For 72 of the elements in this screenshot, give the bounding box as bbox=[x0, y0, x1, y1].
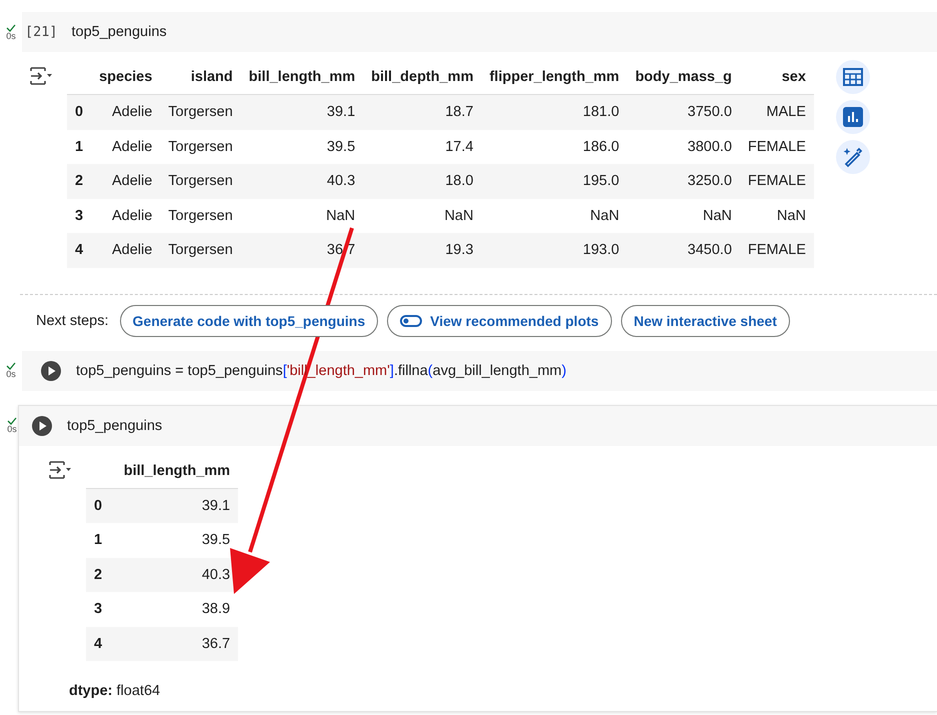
table-cell: 181.0 bbox=[481, 94, 628, 130]
run-button[interactable] bbox=[40, 360, 62, 382]
row-index: 1 bbox=[67, 130, 92, 164]
row-index: 0 bbox=[67, 94, 92, 130]
table-cell: 39.1 bbox=[110, 488, 238, 523]
table-cell: Torgersen bbox=[160, 164, 241, 198]
row-index: 3 bbox=[67, 198, 92, 233]
toggle-icon bbox=[400, 314, 422, 326]
table-cell: 3450.0 bbox=[627, 233, 740, 268]
row-index: 4 bbox=[86, 626, 110, 661]
table-cell: NaN bbox=[240, 198, 364, 233]
table-cell: FEMALE bbox=[740, 164, 814, 198]
run-time: 0s bbox=[7, 425, 17, 434]
table-cell: 39.5 bbox=[110, 523, 238, 558]
table-cell: 195.0 bbox=[481, 164, 628, 198]
table-cell: Torgersen bbox=[160, 233, 241, 268]
table-cell: 38.9 bbox=[110, 592, 238, 626]
table-cell: Adelie bbox=[91, 198, 160, 233]
table-cell: 39.1 bbox=[240, 94, 364, 130]
table-cell: NaN bbox=[627, 198, 740, 233]
magic-pen-button[interactable] bbox=[836, 140, 870, 174]
code-line[interactable]: top5_penguins bbox=[72, 24, 167, 40]
table-cell: Adelie bbox=[91, 94, 160, 130]
row-index: 2 bbox=[67, 164, 92, 198]
table-cell: Torgersen bbox=[160, 130, 241, 164]
table-cell: Adelie bbox=[91, 130, 160, 164]
table-cell: 3250.0 bbox=[627, 164, 740, 198]
table-cell: Torgersen bbox=[160, 94, 241, 130]
table-view-button[interactable] bbox=[836, 60, 870, 94]
run-button[interactable] bbox=[31, 414, 53, 436]
dtype-label: dtype: float64 bbox=[68, 682, 162, 699]
table-cell: NaN bbox=[363, 198, 482, 233]
code-line[interactable]: top5_penguins bbox=[67, 418, 162, 434]
output-actions-icon[interactable] bbox=[48, 460, 72, 480]
table-cell: 17.4 bbox=[363, 130, 482, 164]
table-cell: 18.7 bbox=[363, 94, 482, 130]
row-index: 3 bbox=[86, 592, 110, 626]
table-cell: 18.0 bbox=[363, 164, 482, 198]
table-cell: 36.7 bbox=[110, 626, 238, 661]
output-actions-icon[interactable] bbox=[29, 66, 53, 86]
suggestion-button[interactable]: New interactive sheet bbox=[620, 304, 790, 336]
table-cell: MALE bbox=[740, 94, 814, 130]
table-cell: 3800.0 bbox=[627, 130, 740, 164]
table-cell: 3750.0 bbox=[627, 94, 740, 130]
table-cell: NaN bbox=[740, 198, 814, 233]
next-steps-label: Next steps: bbox=[36, 312, 109, 328]
table-cell: FEMALE bbox=[740, 233, 814, 268]
run-time: 0s bbox=[6, 32, 16, 40]
row-index: 4 bbox=[67, 233, 92, 268]
table-cell: Adelie bbox=[91, 164, 160, 198]
table-cell: 40.3 bbox=[110, 558, 238, 592]
table-cell: Torgersen bbox=[160, 198, 241, 233]
row-index: 0 bbox=[86, 488, 110, 523]
pen-sparkle-icon bbox=[842, 146, 864, 168]
table-cell: 193.0 bbox=[481, 233, 628, 268]
chart-button[interactable] bbox=[836, 100, 870, 134]
suggestion-button[interactable]: View recommended plots bbox=[387, 304, 612, 336]
row-index: 2 bbox=[86, 558, 110, 592]
table-cell: 39.5 bbox=[240, 130, 364, 164]
table-icon bbox=[842, 68, 863, 86]
table-cell: 186.0 bbox=[481, 130, 628, 164]
table-cell: FEMALE bbox=[740, 130, 814, 164]
execution-count: [21] bbox=[25, 24, 58, 40]
run-time: 0s bbox=[6, 370, 16, 379]
column-header: bill_length_mm bbox=[110, 454, 238, 488]
table-cell: NaN bbox=[481, 198, 628, 233]
bar-chart-icon bbox=[842, 107, 863, 127]
table-cell: Adelie bbox=[91, 233, 160, 268]
row-index: 1 bbox=[86, 523, 110, 558]
table-cell: 40.3 bbox=[240, 164, 364, 198]
table-cell: 19.3 bbox=[363, 233, 482, 268]
suggestion-button[interactable]: Generate code with top5_penguins bbox=[120, 304, 378, 336]
